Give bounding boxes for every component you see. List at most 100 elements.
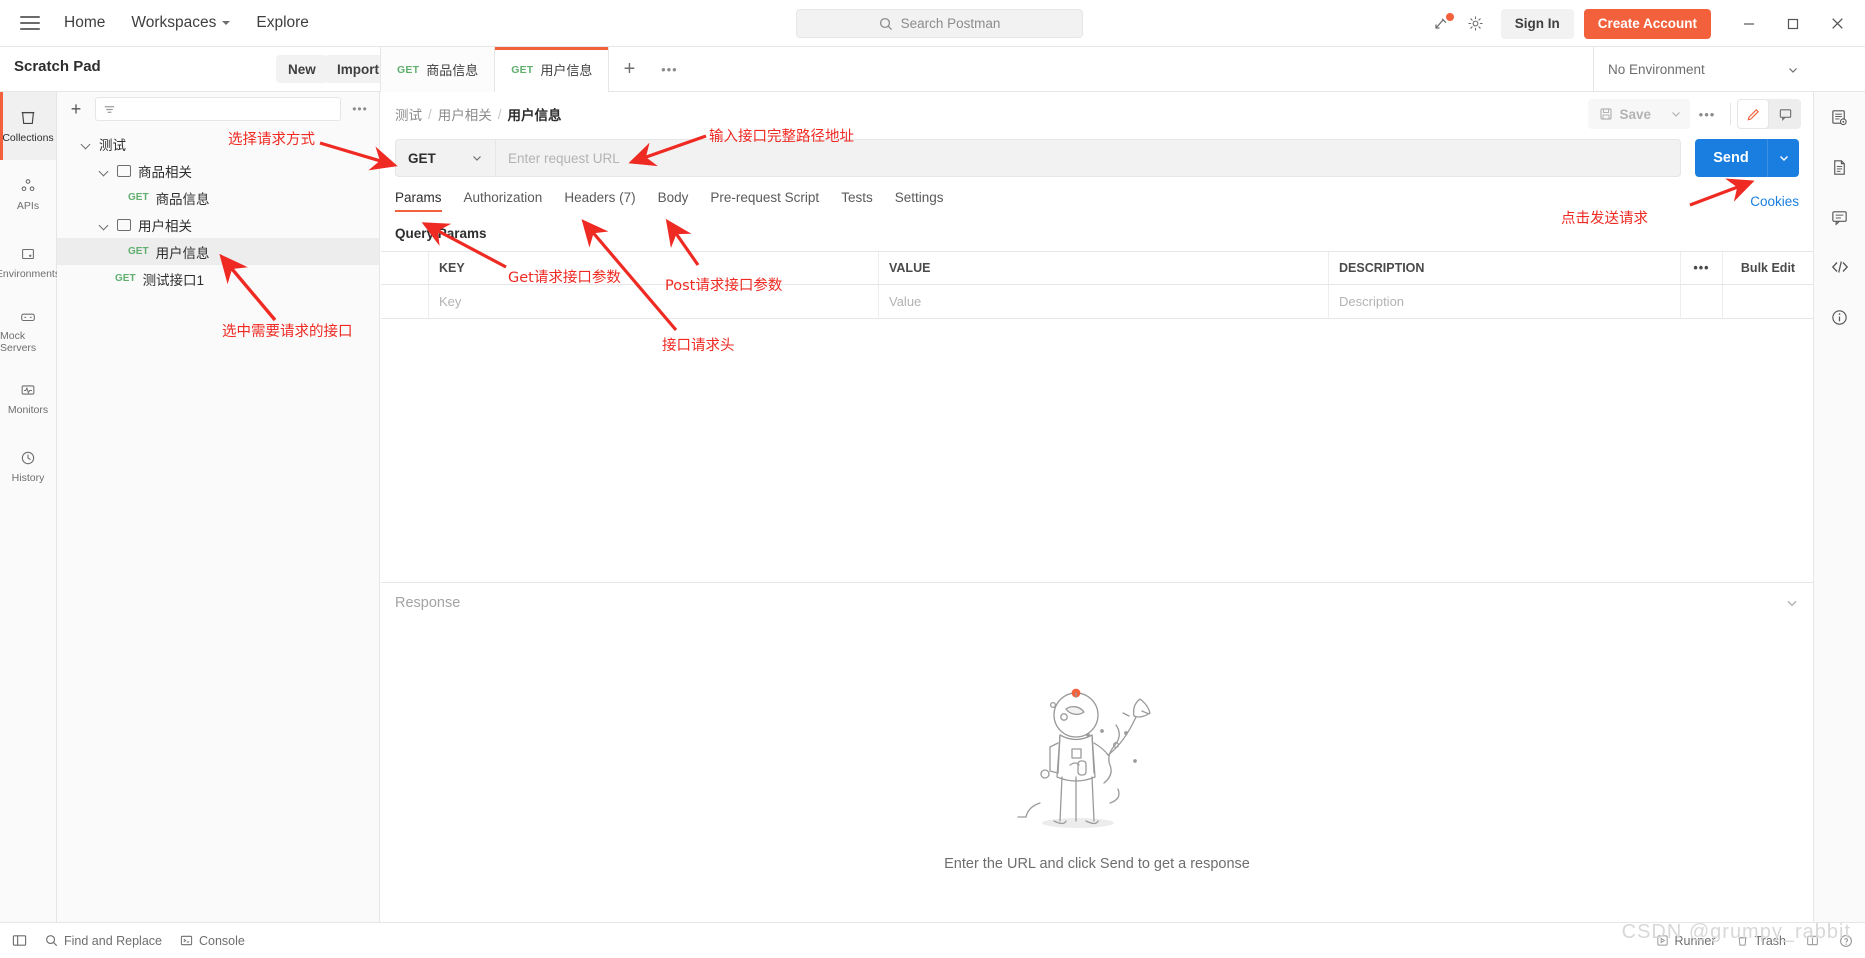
console-label: Console (198, 933, 245, 948)
search-input[interactable]: Search Postman (796, 9, 1083, 38)
create-account-button[interactable]: Create Account (1583, 8, 1711, 39)
tab-label: 商品信息 (426, 63, 479, 78)
bulk-edit-button[interactable]: Bulk Edit (1723, 252, 1813, 284)
select-all-checkbox-cell[interactable] (381, 252, 429, 284)
trash-button[interactable]: Trash (1736, 933, 1787, 948)
tree-item-folder-shangpin[interactable]: 商品相关 (57, 157, 379, 184)
breadcrumb-item-0[interactable]: 测试 (395, 104, 422, 124)
search-icon (46, 935, 58, 947)
sidebar-item-history[interactable]: History (0, 432, 56, 500)
sidebar-item-monitors[interactable]: Monitors (0, 364, 56, 432)
add-tab-button[interactable]: + (609, 47, 649, 92)
cookies-link[interactable]: Cookies (1750, 194, 1799, 209)
row-checkbox-cell[interactable] (381, 285, 429, 318)
comment-icon[interactable] (1769, 99, 1801, 129)
sidebar-filter-input[interactable] (95, 97, 341, 121)
chevron-down-icon[interactable] (1785, 596, 1799, 610)
collections-sidebar: + ••• 测试 商品相关 GET 商品信息 用户相关 GET 用户信息 GET… (57, 92, 380, 922)
sidebar-item-mock-servers[interactable]: Mock Servers (0, 296, 56, 364)
request-tab-yonghu[interactable]: GET 用户信息 (495, 47, 610, 92)
chevron-down-icon[interactable] (97, 164, 111, 178)
row-spacer-2 (1723, 285, 1813, 318)
help-icon[interactable] (1839, 934, 1853, 948)
window-maximize-button[interactable] (1771, 1, 1815, 47)
sidebar-more-button[interactable]: ••• (349, 98, 371, 120)
save-button[interactable]: Save (1588, 99, 1662, 129)
status-bar-right: Runner Trash (1656, 934, 1854, 948)
url-input[interactable]: Enter request URL (495, 139, 1681, 177)
nav-home-label: Home (64, 14, 106, 31)
request-more-button[interactable]: ••• (1690, 99, 1724, 129)
environment-selector[interactable]: No Environment (1593, 47, 1813, 92)
tab-pre-request-script[interactable]: Pre-request Script (710, 190, 819, 212)
tab-body[interactable]: Body (658, 190, 689, 212)
filter-icon (104, 105, 115, 113)
status-bar: Find and Replace Console Runner Trash (0, 922, 1865, 958)
tab-tests[interactable]: Tests (841, 190, 873, 212)
key-input[interactable]: Key (429, 285, 879, 318)
code-snippet-icon[interactable] (1825, 252, 1855, 282)
tree-item-label: 商品相关 (138, 164, 192, 180)
save-dropdown-button[interactable] (1662, 99, 1690, 129)
chevron-down-icon[interactable] (97, 218, 111, 232)
sidebar-item-environments[interactable]: Environments (0, 228, 60, 296)
nav-home[interactable]: Home (64, 14, 105, 32)
sidebar-item-collections[interactable]: Collections (0, 92, 56, 160)
send-button[interactable]: Send (1695, 139, 1767, 177)
trash-label: Trash (1754, 933, 1787, 948)
tab-more-button[interactable]: ••• (649, 47, 689, 92)
right-tool-rail (1813, 92, 1865, 922)
tab-settings[interactable]: Settings (895, 190, 944, 212)
chevron-down-icon[interactable] (79, 137, 93, 151)
breadcrumb-item-1[interactable]: 用户相关 (438, 104, 492, 124)
left-activity-rail: Collections APIs Environments Mock Serve… (0, 92, 60, 922)
send-dropdown-button[interactable] (1767, 139, 1799, 177)
environment-quick-look-icon[interactable] (1825, 102, 1855, 132)
console-button[interactable]: Console (180, 934, 245, 948)
tab-headers[interactable]: Headers (7) (564, 190, 635, 212)
request-tab-shangpin[interactable]: GET 商品信息 (381, 47, 496, 92)
window-close-button[interactable] (1815, 1, 1859, 47)
window-minimize-button[interactable] (1727, 1, 1771, 47)
table-more-button[interactable]: ••• (1681, 252, 1723, 284)
breadcrumb-bar: 测试 / 用户相关 / 用户信息 Save ••• (381, 92, 1813, 136)
astronaut-rocket-illustration (1017, 688, 1151, 828)
url-bar: GET Enter request URL Send (395, 136, 1799, 180)
tree-item-request-ceshijiekou1[interactable]: GET 测试接口1 (57, 265, 379, 292)
tab-authorization[interactable]: Authorization (464, 190, 543, 212)
value-input[interactable]: Value (879, 285, 1329, 318)
invite-icon[interactable] (1425, 7, 1459, 41)
method-selector[interactable]: GET (395, 139, 495, 177)
tree-item-request-shangpinxinxi[interactable]: GET 商品信息 (57, 184, 379, 211)
tree-item-request-yonghuxinxi[interactable]: GET 用户信息 (57, 238, 379, 265)
runner-icon (1656, 935, 1668, 946)
comments-icon[interactable] (1825, 202, 1855, 232)
table-row[interactable]: Key Value Description (381, 285, 1813, 318)
chevron-down-icon (222, 21, 231, 25)
rail-label: Environments (0, 267, 61, 280)
tree-item-label: 测试 (99, 137, 126, 153)
find-and-replace-button[interactable]: Find and Replace (45, 934, 162, 948)
nav-workspaces-label: Workspaces (131, 14, 217, 31)
gear-icon[interactable] (1459, 7, 1493, 41)
new-button[interactable]: New (276, 55, 328, 83)
nav-explore[interactable]: Explore (256, 14, 309, 32)
layout-icon[interactable] (1806, 934, 1819, 947)
nav-workspaces[interactable]: Workspaces (131, 14, 231, 32)
tree-item-collection-ceshi[interactable]: 测试 (57, 130, 379, 157)
description-input[interactable]: Description (1329, 285, 1681, 318)
new-item-button[interactable]: + (65, 98, 87, 120)
sidebar-item-apis[interactable]: APIs (0, 160, 56, 228)
hamburger-icon[interactable] (20, 16, 40, 30)
documentation-icon[interactable] (1825, 152, 1855, 182)
apis-icon (21, 178, 35, 191)
pencil-icon[interactable] (1737, 99, 1769, 129)
runner-button[interactable]: Runner (1656, 934, 1716, 948)
folder-icon (117, 164, 131, 177)
tab-params[interactable]: Params (395, 190, 442, 212)
tree-item-verb: GET (128, 246, 149, 257)
sign-in-button[interactable]: Sign In (1500, 8, 1574, 39)
sidebar-toggle-icon[interactable] (12, 933, 27, 948)
tree-item-folder-yonghu[interactable]: 用户相关 (57, 211, 379, 238)
info-icon[interactable] (1825, 302, 1855, 332)
